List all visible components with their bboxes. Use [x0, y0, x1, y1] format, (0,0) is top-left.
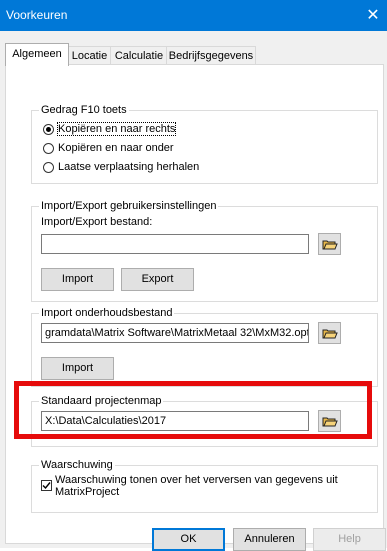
maintenance-import-button[interactable]: Import [41, 357, 114, 380]
browse-folder-button[interactable] [318, 233, 341, 255]
import-export-legend: Import/Export gebruikersinstellingen [41, 200, 217, 212]
tab-calculatie[interactable]: Calculatie [110, 46, 168, 65]
import-button[interactable]: Import [41, 268, 114, 291]
radio-repeat-move[interactable]: Laatse verplaatsing herhalen [43, 161, 199, 173]
warning-legend: Waarschuwing [41, 459, 113, 471]
radio-button[interactable] [43, 142, 54, 154]
export-button[interactable]: Export [121, 268, 194, 291]
import-export-file-label: Import/Export bestand: [41, 216, 153, 228]
maintenance-import-legend: Import onderhoudsbestand [41, 307, 173, 319]
close-icon[interactable]: ✕ [359, 0, 387, 31]
warning-label-line2: MatrixProject [55, 486, 120, 498]
dialog-body: Algemeen Locatie Calculatie Bedrijfsgege… [0, 31, 387, 551]
highlight-box [14, 381, 372, 439]
tab-panel-algemeen: Gedrag F10 toets Kopiëren en naar rechts… [5, 64, 384, 544]
radio-copy-down[interactable]: Kopiëren en naar onder [43, 142, 174, 154]
warning-label-line1: Waarschuwing tonen over het verversen va… [55, 474, 338, 486]
tab-bedrijfsgegevens[interactable]: Bedrijfsgegevens [166, 46, 256, 65]
warning-checkbox[interactable] [41, 480, 52, 491]
checkmark-icon [42, 482, 51, 490]
title-bar: Voorkeuren ✕ [0, 0, 387, 31]
radio-button-selected[interactable] [43, 123, 54, 135]
tab-locatie[interactable]: Locatie [67, 46, 112, 65]
maintenance-import-group: Import onderhoudsbestand gramdata\Matrix… [31, 307, 378, 387]
f10-behavior-group: Gedrag F10 toets Kopiëren en naar rechts… [31, 104, 378, 184]
open-folder-icon [322, 240, 338, 250]
import-export-file-input[interactable] [41, 234, 309, 254]
radio-button[interactable] [43, 161, 54, 173]
warning-checkbox-label: Waarschuwing tonen over het verversen va… [55, 474, 338, 498]
warning-group: Waarschuwing Waarschuwing tonen over het… [31, 459, 378, 513]
radio-copy-right[interactable]: Kopiëren en naar rechts [43, 122, 177, 136]
import-export-group: Import/Export gebruikersinstellingen Imp… [31, 200, 378, 302]
f10-group-legend: Gedrag F10 toets [41, 104, 127, 116]
open-folder-icon [322, 329, 338, 339]
browse-folder-button[interactable] [318, 322, 341, 344]
tab-algemeen[interactable]: Algemeen [5, 43, 69, 66]
window-title: Voorkeuren [6, 8, 68, 22]
radio-repeat-move-label: Laatse verplaatsing herhalen [58, 161, 200, 173]
radio-copy-down-label: Kopiëren en naar onder [58, 142, 174, 154]
radio-copy-right-label: Kopiëren en naar rechts [56, 122, 177, 136]
maintenance-file-input[interactable]: gramdata\Matrix Software\MatrixMetaal 32… [41, 323, 309, 343]
